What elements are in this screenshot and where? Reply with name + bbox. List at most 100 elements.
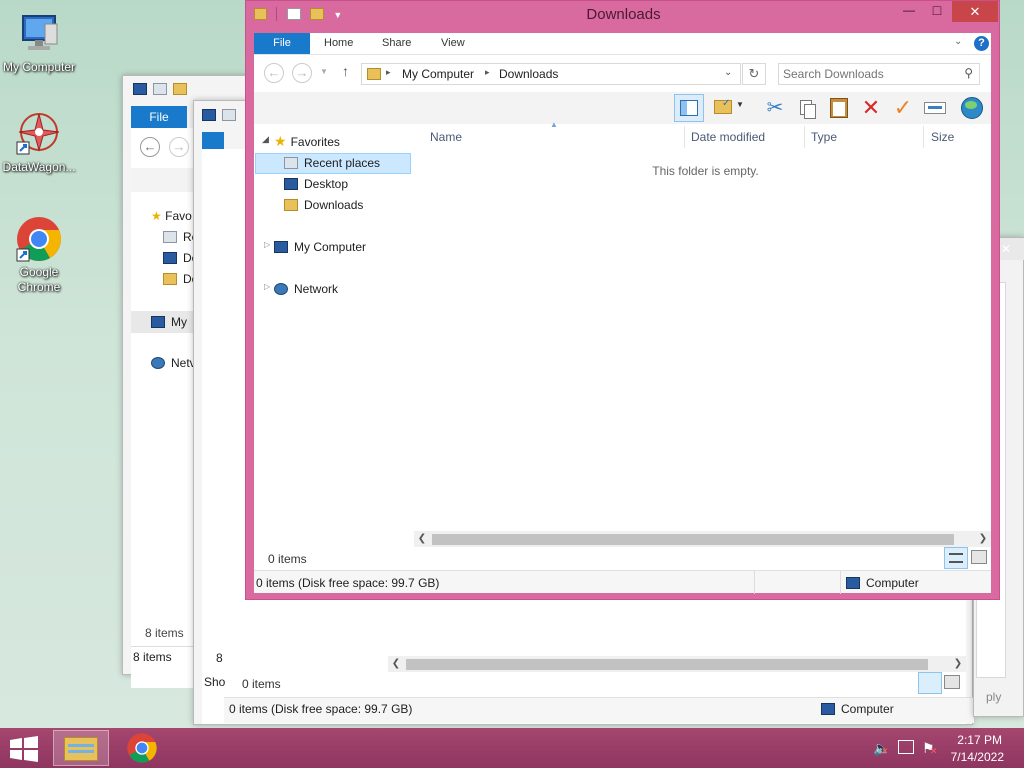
tree-favorites[interactable]: ★ Favo	[151, 209, 192, 223]
rename-check-icon[interactable]: ✓	[888, 94, 918, 122]
back-button[interactable]: ←	[140, 137, 160, 157]
empty-folder-message: This folder is empty.	[652, 164, 759, 178]
preview-pane-button[interactable]	[674, 94, 704, 122]
column-header-size[interactable]: Size	[931, 130, 954, 144]
large-icons-view-button[interactable]	[944, 675, 960, 689]
desktop-icon-label: Google Chrome	[17, 265, 61, 294]
items-count: 0 items	[242, 677, 281, 691]
navigation-pane: ◢ ★ Favorites Recent places Desktop Downl…	[254, 124, 414, 541]
tree-recent-places[interactable]: Recent places	[284, 156, 380, 170]
items-count: 0 items	[268, 552, 307, 566]
ribbon-expand-icon[interactable]: ⌄	[954, 36, 962, 47]
taskbar: 🔈 ✕ ⚑ ✕ 2:17 PM 7/14/2022	[0, 728, 1024, 768]
horizontal-scrollbar[interactable]: ❮ ❯	[414, 531, 991, 547]
minimize-button[interactable]: —	[898, 3, 920, 17]
ribbon-tab-view[interactable]: View	[441, 33, 465, 54]
address-bar[interactable]: ▸ My Computer ▸ Downloads ⌄	[361, 63, 741, 85]
chrome-icon	[15, 215, 63, 263]
downloads-icon	[284, 199, 298, 211]
file-tab[interactable]: File	[131, 106, 187, 128]
desktop-icon	[284, 178, 298, 190]
quick-access-icons	[202, 108, 242, 122]
details-view-button[interactable]	[944, 547, 968, 569]
breadcrumb-downloads[interactable]: Downloads	[499, 67, 558, 81]
downloads-explorer-window[interactable]: ▼ Downloads — □ ✕ File Home Share View ⌄…	[245, 0, 1000, 600]
action-center-flag-icon[interactable]: ⚑ ✕	[922, 740, 938, 757]
downloads-folder-icon	[367, 68, 381, 80]
back-button[interactable]: ←	[264, 63, 284, 83]
copy-icon[interactable]	[792, 94, 822, 122]
desktop-icon-google-chrome[interactable]: Google Chrome	[0, 215, 78, 295]
recent-locations-icon[interactable]: ▼	[320, 67, 328, 76]
scroll-thumb[interactable]	[406, 659, 928, 670]
ribbon-tab-home[interactable]: Home	[324, 33, 353, 54]
scroll-left-arrow[interactable]: ❮	[414, 531, 430, 547]
forward-button[interactable]: →	[169, 137, 189, 157]
status-location: Computer	[846, 576, 919, 590]
tree-downloads[interactable]: Downloads	[284, 198, 363, 212]
breadcrumb-my-computer[interactable]: My Computer	[402, 67, 474, 81]
network-globe-icon[interactable]	[956, 94, 986, 122]
search-box[interactable]: ⚲	[778, 63, 980, 85]
apply-button-partial[interactable]: ply	[986, 690, 1001, 704]
search-icon[interactable]: ⚲	[964, 66, 973, 80]
status-bar: 0 items (Disk free space: 99.7 GB) Compu…	[254, 570, 991, 594]
scroll-left-arrow[interactable]: ❮	[388, 656, 404, 672]
search-input[interactable]	[783, 66, 953, 82]
network-status-icon[interactable]	[898, 740, 914, 754]
collapse-favorites-icon[interactable]: ◢	[262, 134, 269, 145]
ribbon-tab-file[interactable]: File	[254, 33, 310, 54]
refresh-button[interactable]: ↻	[742, 63, 766, 85]
start-button[interactable]	[8, 736, 40, 765]
move-to-folder-icon[interactable]: ✓ ▼	[710, 94, 744, 122]
quick-access-icons	[133, 82, 193, 96]
desktop-icon-label: My Computer	[2, 60, 76, 74]
tree-desktop[interactable]: Desktop	[284, 177, 348, 191]
address-dropdown-icon[interactable]: ⌄	[724, 67, 732, 78]
window-client-area: File Home Share View ⌄ ? ← → ▼ ↑ ▸ My Co…	[254, 33, 991, 594]
status-location: Computer	[821, 702, 894, 716]
computer-icon	[274, 241, 288, 253]
up-arrow-icon[interactable]: ↑	[342, 63, 349, 79]
scroll-right-arrow[interactable]: ❯	[950, 656, 966, 672]
taskbar-chrome[interactable]	[126, 732, 158, 767]
computer-icon	[846, 577, 860, 589]
clock-date[interactable]: 7/14/2022	[951, 750, 1004, 764]
scroll-thumb[interactable]	[432, 534, 954, 545]
clock-time[interactable]: 2:17 PM	[957, 733, 1002, 747]
forward-button[interactable]: →	[292, 63, 312, 83]
delete-icon[interactable]: ✕	[856, 94, 886, 122]
expand-computer-icon[interactable]: ▷	[264, 240, 270, 249]
properties-icon[interactable]	[920, 94, 950, 122]
details-view-button[interactable]	[918, 672, 942, 694]
close-button[interactable]: ✕	[952, 1, 998, 22]
tree-favorites[interactable]: ★ Favorites	[274, 133, 340, 150]
column-header-date-modified[interactable]: Date modified	[691, 130, 765, 144]
desktop-icon-datawagon[interactable]: DataWagon...	[0, 110, 78, 175]
column-header-name[interactable]: Name	[430, 130, 462, 144]
paste-icon[interactable]	[824, 94, 854, 122]
tree-my-computer[interactable]: My Computer	[274, 240, 366, 254]
ribbon-tab-share[interactable]: Share	[382, 33, 411, 54]
tree-network[interactable]: Network	[274, 282, 338, 296]
chrome-icon	[127, 733, 157, 763]
scroll-right-arrow[interactable]: ❯	[975, 531, 991, 547]
cut-icon[interactable]: ✂	[760, 94, 790, 122]
speaker-muted-icon[interactable]: 🔈 ✕	[873, 740, 890, 757]
desktop-icon-my-computer[interactable]: My Computer	[0, 10, 78, 75]
my-computer-icon	[15, 10, 63, 58]
maximize-button[interactable]: □	[926, 2, 948, 18]
expand-network-icon[interactable]: ▷	[264, 282, 270, 291]
taskbar-file-explorer[interactable]	[53, 730, 109, 766]
items-count: 8 items	[145, 626, 184, 640]
tree-network[interactable]: Netv	[151, 356, 196, 370]
tree-my-computer[interactable]: My	[151, 315, 187, 329]
star-icon: ★	[274, 133, 287, 149]
file-list[interactable]: ▲ Name Date modified Type Size This fold…	[420, 120, 991, 541]
large-icons-view-button[interactable]	[971, 550, 987, 564]
horizontal-scrollbar[interactable]: ❮ ❯	[388, 656, 966, 672]
column-header-type[interactable]: Type	[811, 130, 837, 144]
status-count-partial: 8	[216, 651, 223, 665]
desktop-icon-label: DataWagon...	[2, 160, 76, 174]
help-button[interactable]: ?	[974, 36, 989, 51]
